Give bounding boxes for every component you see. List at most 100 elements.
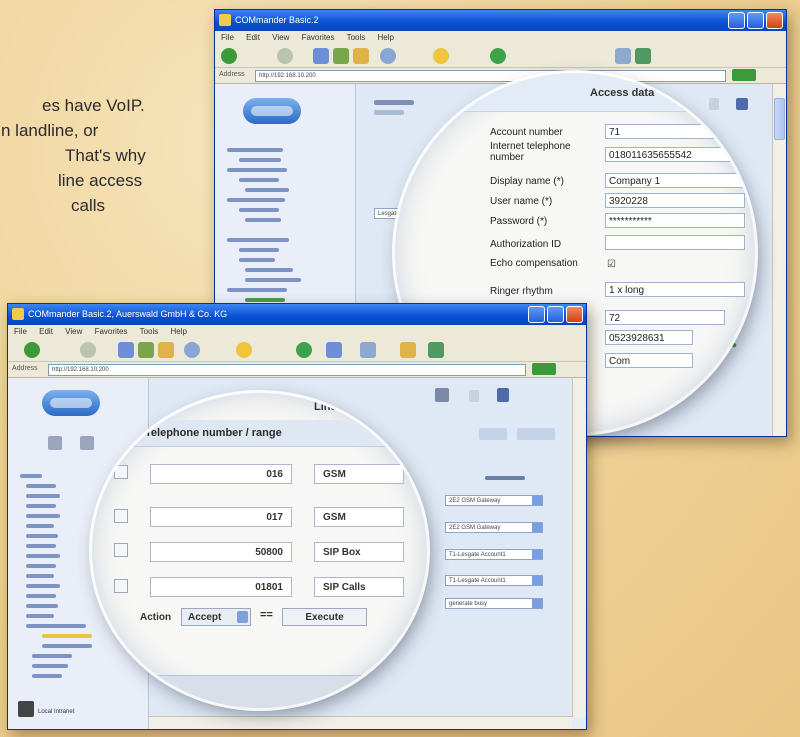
route-select[interactable]: 2E2 GSM Gateway: [445, 495, 543, 506]
toolbar-icon[interactable]: [469, 390, 479, 402]
row-checkbox[interactable]: [114, 509, 128, 523]
tree-item[interactable]: [26, 604, 58, 608]
page-next-button[interactable]: [517, 428, 555, 440]
tree-item[interactable]: [239, 258, 275, 262]
tree-item[interactable]: [26, 534, 58, 538]
tree-item[interactable]: [32, 664, 68, 668]
tree-item[interactable]: [245, 188, 289, 192]
minimize-button[interactable]: [728, 12, 745, 29]
tree-item[interactable]: [20, 474, 42, 478]
tree-item[interactable]: [26, 564, 56, 568]
tree-item[interactable]: [26, 574, 54, 578]
menu-tools[interactable]: Tools: [140, 327, 159, 336]
stop-icon[interactable]: [313, 48, 329, 64]
tree-item[interactable]: [227, 238, 289, 242]
maximize-button[interactable]: [547, 306, 564, 323]
menu-edit[interactable]: Edit: [246, 33, 260, 42]
route-select[interactable]: T1-Lesgate Account1: [445, 549, 543, 560]
tree-item[interactable]: [239, 178, 279, 182]
messenger-icon[interactable]: [428, 342, 444, 358]
tree-item[interactable]: [26, 614, 54, 618]
number-range-field[interactable]: 016: [150, 464, 292, 484]
search-icon[interactable]: [184, 342, 200, 358]
tree-item[interactable]: [32, 674, 62, 678]
menu-tools[interactable]: Tools: [347, 33, 366, 42]
favorites-icon[interactable]: [236, 342, 252, 358]
echo-compensation-checkbox[interactable]: ☑: [607, 259, 616, 270]
mail-icon[interactable]: [360, 342, 376, 358]
menu-edit[interactable]: Edit: [39, 327, 53, 336]
tree-item[interactable]: [26, 494, 60, 498]
menu-favorites[interactable]: Favorites: [95, 327, 128, 336]
tree-item[interactable]: [239, 158, 281, 162]
tree-item[interactable]: [26, 544, 56, 548]
search-icon[interactable]: [380, 48, 396, 64]
number-range-field[interactable]: 017: [150, 507, 292, 527]
row-checkbox[interactable]: [114, 579, 128, 593]
tree-item[interactable]: [32, 654, 72, 658]
tree-item[interactable]: [26, 504, 56, 508]
row-checkbox[interactable]: [114, 543, 128, 557]
history-icon[interactable]: [326, 342, 342, 358]
tree-item[interactable]: [239, 208, 279, 212]
tree-item[interactable]: [42, 644, 92, 648]
tree-item[interactable]: [227, 148, 283, 152]
media-icon[interactable]: [490, 48, 506, 64]
maximize-button[interactable]: [747, 12, 764, 29]
number-field[interactable]: 0523928631: [605, 330, 693, 345]
mail-icon[interactable]: [615, 48, 631, 64]
line-type-field[interactable]: GSM: [314, 507, 404, 527]
tree-item[interactable]: [26, 484, 56, 488]
tree-item[interactable]: [26, 624, 86, 628]
refresh-icon[interactable]: [333, 48, 349, 64]
menu-favorites[interactable]: Favorites: [302, 33, 335, 42]
vertical-scrollbar[interactable]: [572, 378, 586, 717]
ringer-rhythm-select[interactable]: 1 x long: [605, 282, 745, 297]
page-prev-button[interactable]: [479, 428, 507, 440]
toolbar-icon[interactable]: [497, 388, 509, 402]
home-icon[interactable]: [353, 48, 369, 64]
account-field[interactable]: 72: [605, 310, 725, 325]
row-checkbox[interactable]: [114, 465, 128, 479]
tree-item[interactable]: [26, 524, 54, 528]
route-select[interactable]: generate busy: [445, 598, 543, 609]
menu-view[interactable]: View: [65, 327, 82, 336]
line-type-field[interactable]: GSM: [314, 464, 404, 484]
tree-item[interactable]: [245, 218, 281, 222]
tree-item[interactable]: [26, 514, 60, 518]
route-select[interactable]: 2E2 GSM Gateway: [445, 522, 543, 533]
messenger-icon[interactable]: [635, 48, 651, 64]
favorites-icon[interactable]: [433, 48, 449, 64]
stop-icon[interactable]: [118, 342, 134, 358]
name-field[interactable]: Com: [605, 353, 693, 368]
toolbar-icon[interactable]: [435, 388, 449, 402]
tree-item-selected[interactable]: [42, 634, 92, 638]
edit-icon[interactable]: [400, 342, 416, 358]
authorization-id-field[interactable]: [605, 235, 745, 250]
tree-item[interactable]: [227, 288, 287, 292]
tree-item[interactable]: [227, 198, 285, 202]
account-number-field[interactable]: 71: [605, 124, 745, 139]
menu-help[interactable]: Help: [378, 33, 394, 42]
title-bar[interactable]: COMmander Basic.2, Auerswald GmbH & Co. …: [8, 304, 586, 325]
tree-item-selected[interactable]: [245, 298, 285, 302]
tree-item[interactable]: [26, 594, 56, 598]
internet-telephone-number-field[interactable]: 018011635655542: [605, 147, 745, 162]
route-select[interactable]: T1-Lesgate Account1: [445, 575, 543, 586]
line-type-field[interactable]: SIP Box: [314, 542, 404, 562]
menu-file[interactable]: File: [14, 327, 27, 336]
back-icon[interactable]: [221, 48, 237, 64]
close-button[interactable]: [566, 306, 583, 323]
tree-item[interactable]: [26, 584, 60, 588]
display-name-field[interactable]: Company 1: [605, 173, 745, 188]
password-field[interactable]: ***********: [605, 213, 745, 228]
refresh-icon[interactable]: [138, 342, 154, 358]
horizontal-scrollbar[interactable]: [149, 716, 572, 729]
action-select[interactable]: Accept: [181, 608, 251, 626]
tree-item[interactable]: [26, 554, 60, 558]
number-range-field[interactable]: 01801: [150, 577, 292, 597]
media-icon[interactable]: [296, 342, 312, 358]
menu-file[interactable]: File: [221, 33, 234, 42]
forward-icon[interactable]: [277, 48, 293, 64]
home-icon[interactable]: [158, 342, 174, 358]
